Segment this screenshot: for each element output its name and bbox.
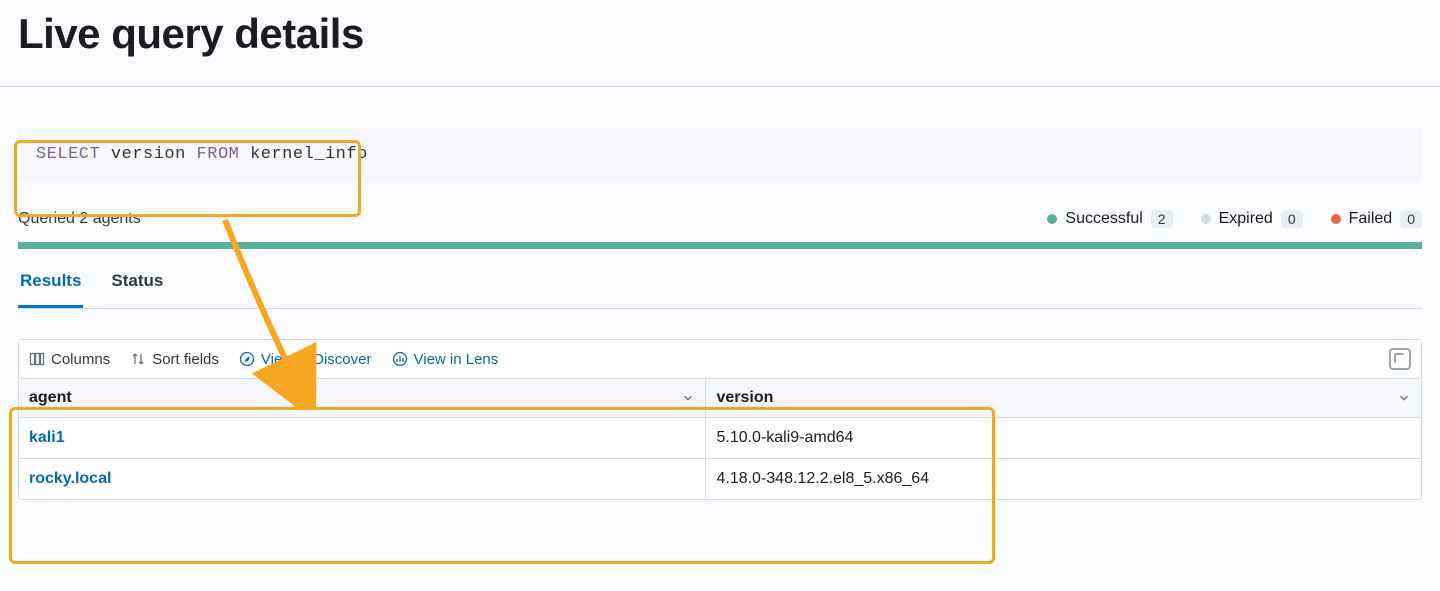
status-failed-count: 0	[1400, 210, 1422, 228]
view-in-discover-button[interactable]: View in Discover	[239, 351, 372, 368]
view-in-discover-label: View in Discover	[261, 351, 372, 368]
status-successful-label: Successful	[1065, 210, 1142, 228]
lens-icon	[392, 351, 408, 367]
view-in-lens-button[interactable]: View in Lens	[392, 351, 499, 368]
status-expired: Expired 0	[1201, 210, 1303, 228]
dot-icon-red	[1331, 214, 1341, 224]
query-col: version	[111, 145, 186, 164]
sort-icon	[130, 351, 146, 367]
column-header-version-label: version	[716, 389, 773, 406]
version-cell: 5.10.0-kali9-amd64	[716, 429, 853, 446]
tab-results[interactable]: Results	[18, 261, 83, 308]
dot-icon-grey	[1201, 214, 1211, 224]
dot-icon-green	[1047, 214, 1057, 224]
results-table: agent version kali1 5.10.0-kali9-amd64 r…	[19, 379, 1421, 499]
status-successful-count: 2	[1151, 210, 1173, 228]
sort-label: Sort fields	[152, 351, 219, 368]
queried-agents-text: Queried 2 agents	[18, 210, 141, 228]
tabs: Results Status	[18, 261, 1422, 309]
query-kw-from: FROM	[197, 145, 240, 164]
status-failed-label: Failed	[1349, 210, 1393, 228]
agent-link[interactable]: rocky.local	[29, 470, 111, 487]
view-in-lens-label: View in Lens	[414, 351, 499, 368]
status-successful: Successful 2	[1047, 210, 1172, 228]
table-row: rocky.local 4.18.0-348.12.2.el8_5.x86_64	[19, 459, 1421, 500]
column-header-agent[interactable]: agent	[19, 379, 706, 418]
status-failed: Failed 0	[1331, 210, 1422, 228]
status-expired-label: Expired	[1219, 210, 1273, 228]
status-expired-count: 0	[1281, 210, 1303, 228]
column-header-agent-label: agent	[29, 389, 72, 406]
sort-button[interactable]: Sort fields	[130, 351, 219, 368]
query-table: kernel_info	[250, 145, 368, 164]
columns-label: Columns	[51, 351, 110, 368]
page-title: Live query details	[18, 10, 1422, 58]
results-table-wrap: Columns Sort fields View in Discover Vie…	[18, 339, 1422, 500]
columns-icon	[29, 351, 45, 367]
query-box: SELECT version FROM kernel_info	[18, 127, 1422, 182]
table-row: kali1 5.10.0-kali9-amd64	[19, 418, 1421, 459]
chevron-down-icon	[1397, 391, 1411, 405]
progress-bar	[18, 242, 1422, 249]
columns-button[interactable]: Columns	[29, 351, 110, 368]
compass-icon	[239, 351, 255, 367]
column-header-version[interactable]: version	[706, 379, 1421, 418]
tab-status[interactable]: Status	[109, 261, 165, 308]
chevron-down-icon	[681, 391, 695, 405]
fullscreen-button[interactable]	[1389, 348, 1411, 370]
agent-link[interactable]: kali1	[29, 429, 65, 446]
query-kw-select: SELECT	[36, 145, 100, 164]
version-cell: 4.18.0-348.12.2.el8_5.x86_64	[716, 470, 929, 487]
